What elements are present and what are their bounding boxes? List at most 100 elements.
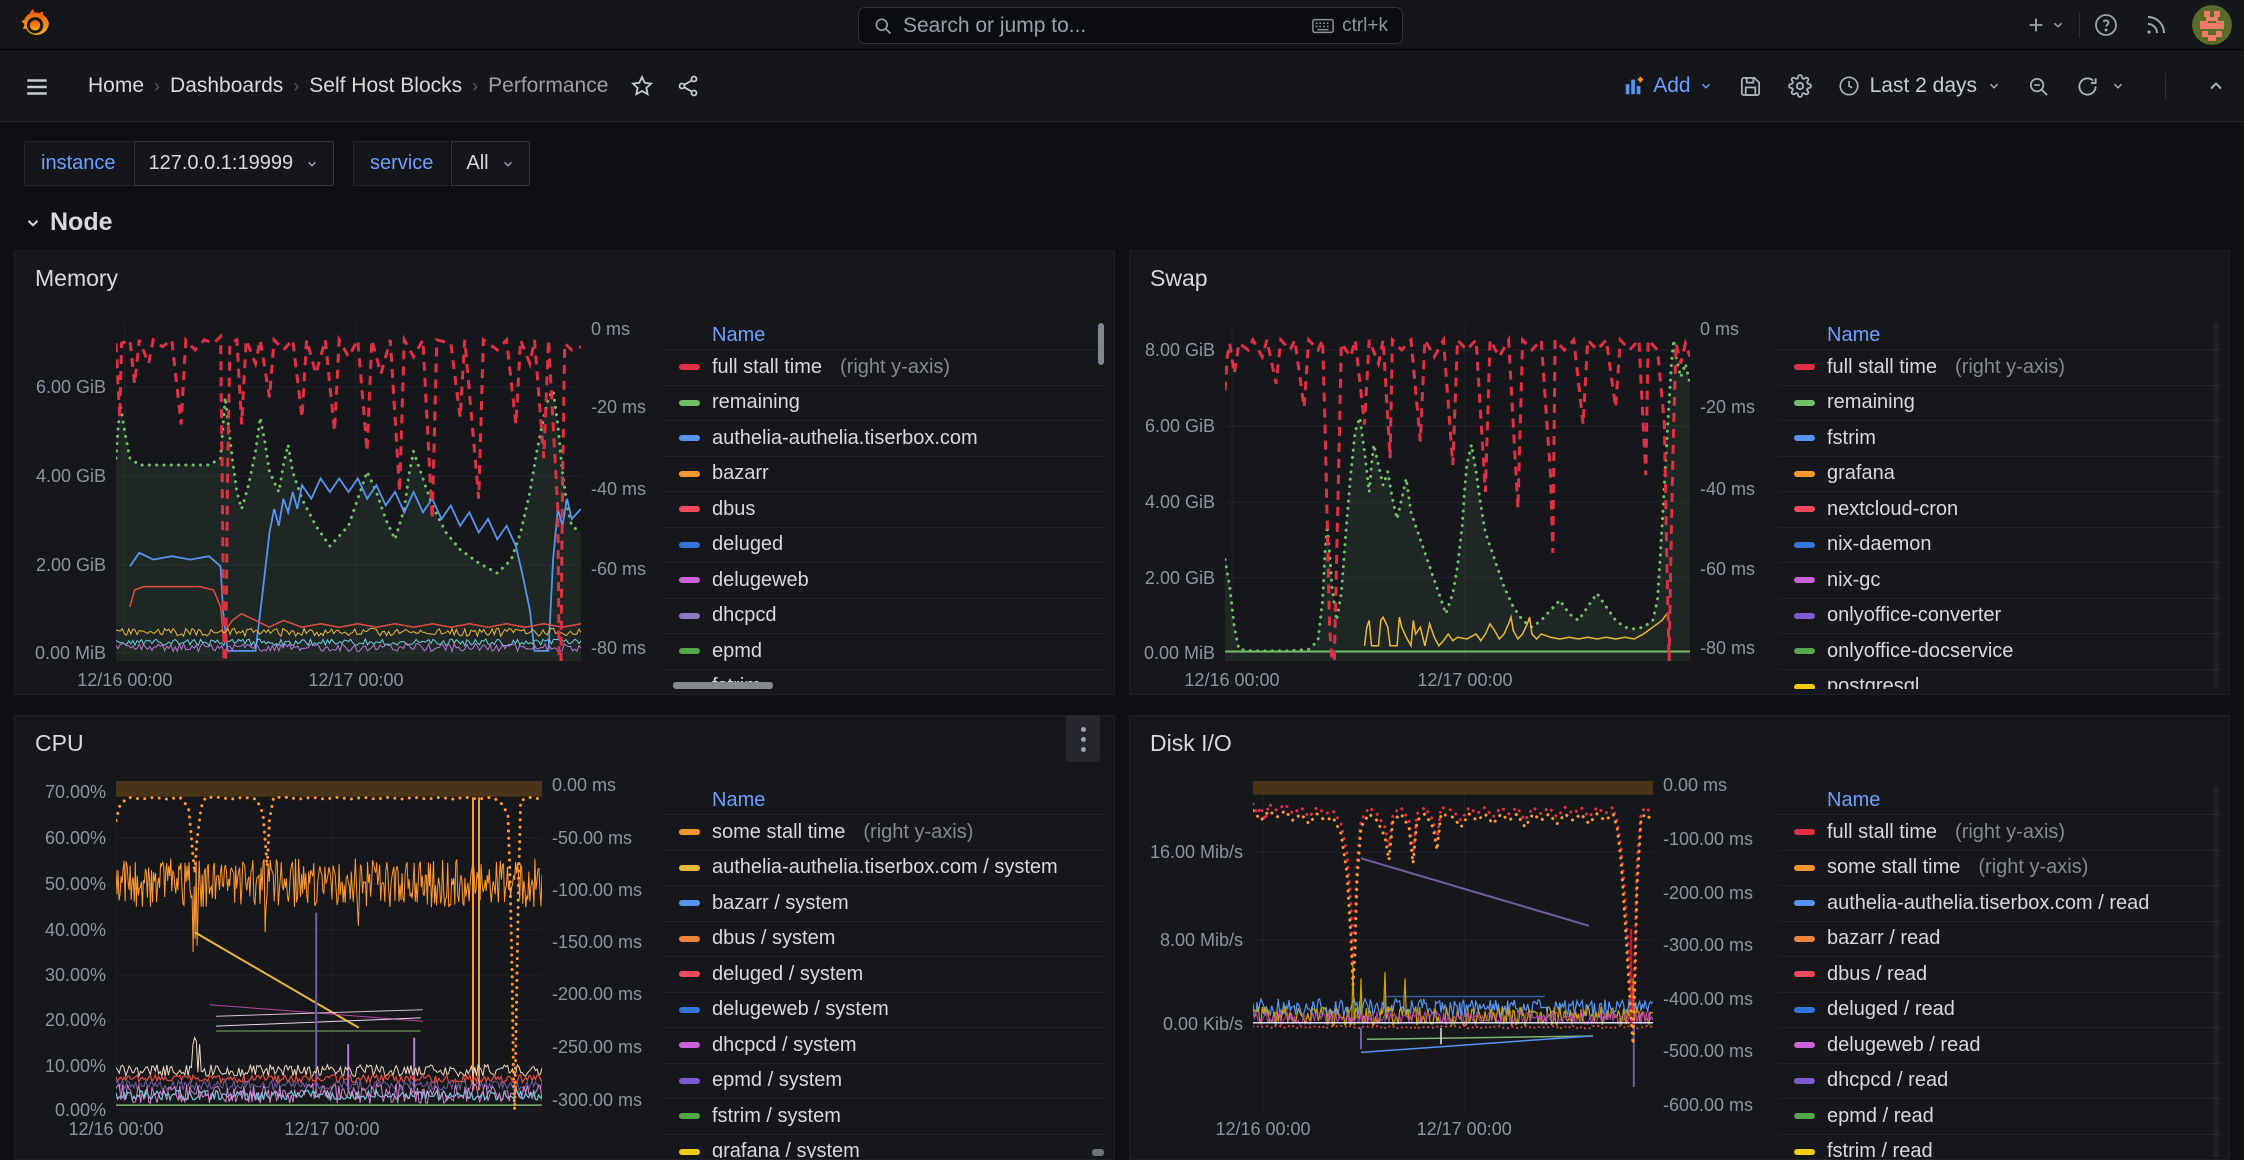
breadcrumb-folder[interactable]: Self Host Blocks — [309, 74, 462, 98]
legend-scrollbar[interactable] — [1098, 323, 1104, 365]
new-menu-button[interactable] — [2025, 14, 2065, 36]
panel-title[interactable]: CPU — [35, 730, 84, 757]
legend-item[interactable]: grafana — [1778, 457, 2221, 493]
legend-item[interactable]: fstrim / read — [1778, 1135, 2221, 1159]
series-color-swatch — [679, 471, 700, 477]
legend-item[interactable]: dbus / read — [1778, 957, 2221, 993]
add-chart-icon — [1623, 75, 1645, 97]
mega-menu-icon[interactable] — [24, 74, 50, 100]
legend-item[interactable]: remaining — [663, 386, 1106, 422]
chevron-down-icon — [24, 214, 42, 232]
legend-item[interactable]: nix-daemon — [1778, 528, 2221, 564]
row-node-toggle[interactable]: Node — [24, 208, 113, 237]
cpu-chart[interactable] — [116, 781, 542, 1110]
legend-item[interactable]: onlyoffice-docservice — [1778, 634, 2221, 670]
legend-item[interactable]: nix-gc — [1778, 563, 2221, 599]
legend-item[interactable]: full stall time(right y-axis) — [1778, 350, 2221, 386]
chevron-right-icon: › — [293, 76, 299, 97]
legend-item[interactable]: authelia-authelia.tiserbox.com — [663, 421, 1106, 457]
legend-item[interactable]: deluged / system — [663, 957, 1106, 993]
axis-tick: 12/17 00:00 — [1417, 1119, 1512, 1140]
series-name: deluged / system — [712, 963, 863, 986]
collapse-toolbar-button[interactable] — [2206, 76, 2226, 96]
time-range-picker[interactable]: Last 2 days — [1838, 74, 2001, 98]
legend-item[interactable]: delugeweb / read — [1778, 1028, 2221, 1064]
legend-item[interactable]: nextcloud-cron — [1778, 492, 2221, 528]
legend-item[interactable]: epmd — [663, 634, 1106, 670]
panel-menu-kebab-icon[interactable] — [1066, 716, 1100, 762]
legend-item[interactable]: dhcpcd / system — [663, 1028, 1106, 1064]
legend-item[interactable]: some stall time(right y-axis) — [1778, 851, 2221, 887]
panel-title[interactable]: Disk I/O — [1150, 730, 1232, 757]
news-rss-icon[interactable] — [2144, 13, 2168, 37]
axis-tick: -80 ms — [591, 638, 646, 659]
shortcut-hint: ctrl+k — [1312, 15, 1388, 37]
series-name: grafana — [1827, 462, 1895, 485]
legend-item[interactable]: remaining — [1778, 386, 2221, 422]
legend-item[interactable]: fstrim — [1778, 421, 2221, 457]
legend-item[interactable]: deluged — [663, 528, 1106, 564]
series-color-swatch — [679, 542, 700, 548]
add-panel-button[interactable]: Add — [1623, 74, 1712, 98]
legend-item[interactable]: authelia-authelia.tiserbox.com / read — [1778, 886, 2221, 922]
series-color-swatch — [1794, 936, 1815, 942]
share-icon[interactable] — [676, 74, 700, 98]
legend-item[interactable]: full stall time(right y-axis) — [663, 350, 1106, 386]
legend-item[interactable]: onlyoffice-converter — [1778, 599, 2221, 635]
legend-item[interactable]: some stall time(right y-axis) — [663, 815, 1106, 851]
legend-item[interactable]: postgresql — [1778, 670, 2221, 690]
breadcrumb-home[interactable]: Home — [88, 74, 144, 98]
axis-tick: -50.00 ms — [552, 828, 632, 849]
user-avatar[interactable] — [2192, 5, 2232, 45]
legend-item[interactable]: delugeweb / system — [663, 993, 1106, 1029]
legend-item[interactable]: dbus — [663, 492, 1106, 528]
series-name: delugeweb / read — [1827, 1034, 1980, 1057]
axis-tick: -80 ms — [1700, 638, 1755, 659]
legend-item[interactable]: deluged / read — [1778, 993, 2221, 1029]
disk-io-chart[interactable] — [1253, 781, 1653, 1110]
legend-header[interactable]: Name — [663, 321, 1106, 350]
legend-item[interactable]: full stall time(right y-axis) — [1778, 815, 2221, 851]
legend-scrollbar-track[interactable] — [2213, 321, 2219, 689]
help-icon[interactable] — [2094, 13, 2118, 37]
legend-item[interactable]: dbus / system — [663, 922, 1106, 958]
legend-item[interactable]: authelia-authelia.tiserbox.com / system — [663, 851, 1106, 887]
grafana-logo[interactable] — [16, 7, 53, 49]
refresh-picker[interactable] — [2076, 75, 2125, 98]
legend-scrollbar-corner[interactable] — [1092, 1149, 1104, 1156]
legend-header[interactable]: Name — [663, 786, 1106, 815]
legend-item[interactable]: dhcpcd / read — [1778, 1064, 2221, 1100]
legend-item[interactable]: epmd / read — [1778, 1099, 2221, 1135]
save-dashboard-button[interactable] — [1739, 75, 1762, 98]
legend-scrollbar-horizontal[interactable] — [673, 682, 773, 689]
legend-scrollbar-track[interactable] — [2213, 786, 2219, 1158]
legend-item[interactable]: fstrim / system — [663, 1099, 1106, 1135]
legend-item[interactable]: dhcpcd — [663, 599, 1106, 635]
memory-chart[interactable] — [116, 323, 581, 661]
legend-item[interactable]: bazarr / read — [1778, 922, 2221, 958]
panel-title[interactable]: Memory — [35, 265, 118, 292]
zoom-out-button[interactable] — [2027, 75, 2050, 98]
breadcrumb-dashboards[interactable]: Dashboards — [170, 74, 283, 98]
legend-item[interactable]: bazarr / system — [663, 886, 1106, 922]
series-name: epmd / system — [712, 1069, 842, 1092]
legend-item[interactable]: delugeweb — [663, 563, 1106, 599]
search-input[interactable]: Search or jump to... ctrl+k — [858, 7, 1403, 44]
legend-header[interactable]: Name — [1778, 321, 2221, 350]
legend-item[interactable]: epmd / system — [663, 1064, 1106, 1100]
swap-chart[interactable] — [1225, 323, 1690, 661]
variable-instance-value[interactable]: 127.0.0.1:19999 — [134, 141, 335, 186]
dashboard-settings-button[interactable] — [1788, 74, 1812, 98]
favorite-star-icon[interactable] — [630, 74, 654, 98]
legend-item[interactable]: grafana / system — [663, 1135, 1106, 1159]
panel-title[interactable]: Swap — [1150, 265, 1208, 292]
series-color-swatch — [1794, 364, 1815, 370]
divider — [2165, 73, 2166, 99]
series-name: authelia-authelia.tiserbox.com — [712, 427, 978, 450]
axis-tick: 12/17 00:00 — [1417, 670, 1512, 691]
axis-tick: -60 ms — [591, 559, 646, 580]
axis-tick: -600.00 ms — [1663, 1095, 1753, 1116]
legend-header[interactable]: Name — [1778, 786, 2221, 815]
legend-item[interactable]: bazarr — [663, 457, 1106, 493]
variable-service-value[interactable]: All — [451, 141, 529, 186]
